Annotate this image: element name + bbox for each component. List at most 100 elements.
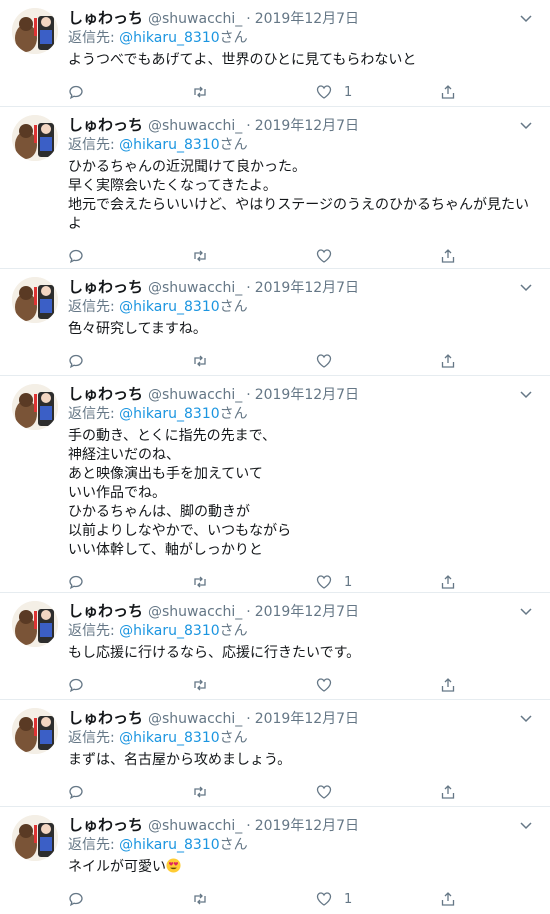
- tweet[interactable]: しゅわっち @shuwacchi_ · 2019年12月7日 返信先: @hik…: [0, 107, 550, 269]
- retweet-button[interactable]: [192, 353, 316, 369]
- author-handle[interactable]: @shuwacchi_: [148, 709, 242, 729]
- reply-to-link[interactable]: @hikaru_8310: [119, 299, 219, 315]
- avatar[interactable]: [12, 277, 58, 323]
- tweet-date[interactable]: 2019年12月7日: [255, 116, 359, 136]
- reply-suffix: さん: [219, 299, 248, 315]
- like-icon: [316, 85, 332, 99]
- tweet[interactable]: しゅわっち @shuwacchi_ · 2019年12月7日 返信先: @hik…: [0, 376, 550, 593]
- share-button[interactable]: [440, 574, 460, 590]
- share-button[interactable]: [440, 784, 460, 800]
- author-handle[interactable]: @shuwacchi_: [148, 9, 242, 29]
- reply-suffix: さん: [219, 30, 248, 46]
- tweet-feed: しゅわっち @shuwacchi_ · 2019年12月7日 返信先: @hik…: [0, 0, 550, 914]
- share-button[interactable]: [440, 248, 460, 264]
- retweet-button[interactable]: [192, 891, 316, 907]
- caret-down-icon[interactable]: [518, 386, 534, 402]
- tweet-actions: [68, 343, 538, 379]
- share-button[interactable]: [440, 891, 460, 907]
- reply-to-link[interactable]: @hikaru_8310: [119, 837, 219, 853]
- reply-button[interactable]: [68, 891, 192, 907]
- tweet-date[interactable]: 2019年12月7日: [255, 602, 359, 622]
- tweet[interactable]: しゅわっち @shuwacchi_ · 2019年12月7日 返信先: @hik…: [0, 700, 550, 807]
- share-button[interactable]: [440, 677, 460, 693]
- like-button[interactable]: 1: [316, 84, 440, 100]
- reply-button[interactable]: [68, 574, 192, 590]
- avatar[interactable]: [12, 601, 58, 647]
- tweet[interactable]: しゅわっち @shuwacchi_ · 2019年12月7日 返信先: @hik…: [0, 807, 550, 914]
- author-handle[interactable]: @shuwacchi_: [148, 602, 242, 622]
- tweet-header: しゅわっち @shuwacchi_ · 2019年12月7日: [68, 815, 538, 835]
- reply-button[interactable]: [68, 784, 192, 800]
- like-icon: [316, 785, 332, 799]
- tweet-date[interactable]: 2019年12月7日: [255, 709, 359, 729]
- caret-down-icon[interactable]: [518, 117, 534, 133]
- tweet[interactable]: しゅわっち @shuwacchi_ · 2019年12月7日 返信先: @hik…: [0, 0, 550, 107]
- reply-to-link[interactable]: @hikaru_8310: [119, 623, 219, 639]
- tweet-date[interactable]: 2019年12月7日: [255, 816, 359, 836]
- author-name[interactable]: しゅわっち: [68, 601, 143, 621]
- like-button[interactable]: 1: [316, 891, 440, 907]
- like-button[interactable]: [316, 353, 440, 369]
- retweet-button[interactable]: [192, 248, 316, 264]
- tweet-header: しゅわっち @shuwacchi_ · 2019年12月7日: [68, 8, 538, 28]
- reply-context: 返信先: @hikaru_8310さん: [68, 135, 538, 156]
- avatar[interactable]: [12, 115, 58, 161]
- retweet-button[interactable]: [192, 84, 316, 100]
- separator: ·: [246, 604, 251, 620]
- like-icon: [316, 892, 332, 906]
- reply-button[interactable]: [68, 353, 192, 369]
- reply-prefix: 返信先:: [68, 730, 120, 746]
- author-name[interactable]: しゅわっち: [68, 384, 143, 404]
- caret-down-icon[interactable]: [518, 279, 534, 295]
- author-name[interactable]: しゅわっち: [68, 115, 143, 135]
- tweet[interactable]: しゅわっち @shuwacchi_ · 2019年12月7日 返信先: @hik…: [0, 269, 550, 376]
- avatar[interactable]: [12, 8, 58, 54]
- reply-button[interactable]: [68, 677, 192, 693]
- like-button[interactable]: [316, 248, 440, 264]
- tweet-date[interactable]: 2019年12月7日: [255, 385, 359, 405]
- author-handle[interactable]: @shuwacchi_: [148, 116, 242, 136]
- tweet-actions: 1: [68, 881, 538, 914]
- retweet-button[interactable]: [192, 677, 316, 693]
- reply-button[interactable]: [68, 84, 192, 100]
- author-name[interactable]: しゅわっち: [68, 708, 143, 728]
- like-button[interactable]: [316, 677, 440, 693]
- like-count: 1: [344, 574, 353, 590]
- reply-context: 返信先: @hikaru_8310さん: [68, 297, 538, 318]
- share-button[interactable]: [440, 353, 460, 369]
- share-button[interactable]: [440, 84, 460, 100]
- author-handle[interactable]: @shuwacchi_: [148, 385, 242, 405]
- avatar[interactable]: [12, 708, 58, 754]
- tweet-header: しゅわっち @shuwacchi_ · 2019年12月7日: [68, 708, 538, 728]
- tweet-date[interactable]: 2019年12月7日: [255, 9, 359, 29]
- avatar[interactable]: [12, 815, 58, 861]
- retweet-icon: [194, 250, 206, 262]
- retweet-button[interactable]: [192, 784, 316, 800]
- author-handle[interactable]: @shuwacchi_: [148, 278, 242, 298]
- author-name[interactable]: しゅわっち: [68, 277, 143, 297]
- retweet-button[interactable]: [192, 574, 316, 590]
- author-handle[interactable]: @shuwacchi_: [148, 816, 242, 836]
- caret-down-icon[interactable]: [518, 817, 534, 833]
- reply-to-link[interactable]: @hikaru_8310: [119, 137, 219, 153]
- share-icon: [441, 354, 455, 368]
- retweet-icon: [194, 893, 206, 905]
- reply-button[interactable]: [68, 248, 192, 264]
- reply-suffix: さん: [219, 406, 248, 422]
- reply-to-link[interactable]: @hikaru_8310: [119, 406, 219, 422]
- reply-context: 返信先: @hikaru_8310さん: [68, 28, 538, 49]
- caret-down-icon[interactable]: [518, 603, 534, 619]
- reply-to-link[interactable]: @hikaru_8310: [119, 30, 219, 46]
- like-button[interactable]: [316, 784, 440, 800]
- tweet[interactable]: しゅわっち @shuwacchi_ · 2019年12月7日 返信先: @hik…: [0, 593, 550, 700]
- author-name[interactable]: しゅわっち: [68, 8, 143, 28]
- like-button[interactable]: 1: [316, 574, 440, 590]
- separator: ·: [246, 387, 251, 403]
- avatar[interactable]: [12, 384, 58, 430]
- reply-icon: [69, 85, 83, 100]
- author-name[interactable]: しゅわっち: [68, 815, 143, 835]
- caret-down-icon[interactable]: [518, 710, 534, 726]
- tweet-date[interactable]: 2019年12月7日: [255, 278, 359, 298]
- caret-down-icon[interactable]: [518, 10, 534, 26]
- reply-to-link[interactable]: @hikaru_8310: [119, 730, 219, 746]
